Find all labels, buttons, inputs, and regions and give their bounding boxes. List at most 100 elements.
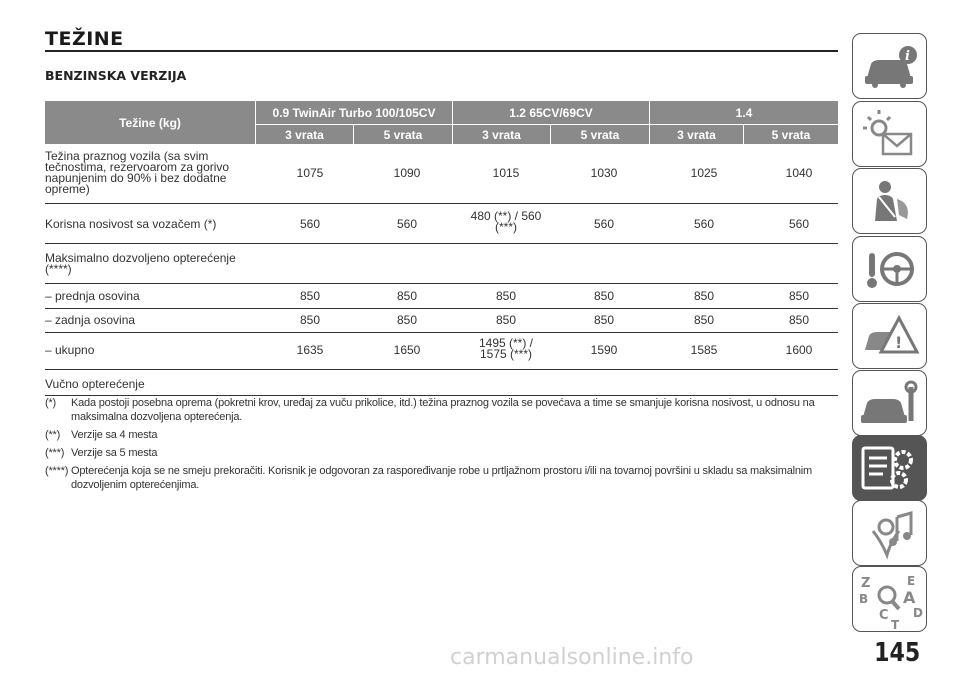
technical-data-icon — [861, 446, 913, 490]
index-letter: T — [891, 618, 900, 631]
footnotes: (*) Kada postoji posebna oprema (pokretn… — [45, 396, 845, 496]
cell-value: 850 — [396, 289, 418, 303]
cell-value: 560 — [396, 217, 418, 231]
cell-value: 850 — [593, 289, 615, 303]
title-rule — [45, 50, 838, 52]
cell-value: 850 — [593, 313, 615, 327]
footnote-key: (**) — [45, 429, 61, 441]
svg-text:!: ! — [895, 333, 902, 352]
cell-value: 480 (**) / 560 (***) — [470, 209, 542, 234]
warning-lights-icon — [863, 110, 913, 156]
footnote-text: Kada postoji posebna oprema (pokretni kr… — [71, 397, 815, 423]
footnote-text: Verzije sa 4 mesta — [71, 429, 158, 441]
table-row: Vučno opterećenje — [45, 370, 838, 396]
doors-header: 5 vrata — [744, 125, 838, 144]
emergency-icon: ! — [865, 314, 920, 354]
row-label: – zadnja osovina — [45, 313, 136, 327]
maintenance-icon — [861, 380, 918, 423]
footnote-text: Opterećenja koja se ne smeju prekoračiti… — [71, 465, 813, 491]
table-row: Korisna nosivost sa vozačem (*) 560 560 … — [45, 204, 838, 244]
doors-header: 3 vrata — [453, 125, 550, 144]
footnote-key: (*) — [45, 397, 57, 409]
cell-value: 560 — [693, 217, 715, 231]
table-header: Težine (kg) 0.9 TwinAir Turbo 100/105CV … — [45, 101, 838, 144]
cell-value: 850 — [693, 313, 715, 327]
index-letter: B — [859, 592, 868, 606]
tab-maintenance[interactable] — [852, 370, 927, 436]
section-title: BENZINSKA VERZIJA — [45, 68, 187, 83]
watermark: carmanualsonline.info — [450, 645, 694, 670]
row-label: – prednja osovina — [45, 289, 140, 303]
cell-value: 1590 — [590, 343, 618, 357]
index-letter: D — [913, 606, 923, 620]
multimedia-icon — [871, 511, 913, 560]
row-label: – ukupno — [45, 343, 95, 357]
cell-value: 1635 — [296, 343, 324, 357]
doors-header: 3 vrata — [256, 125, 353, 144]
tab-car-info[interactable]: i — [852, 33, 927, 99]
row-label: Maksimalno dozvoljeno opterećenje (****) — [45, 251, 236, 276]
tab-technical-data[interactable] — [852, 435, 927, 501]
footnote-key: (***) — [45, 447, 65, 459]
svg-text:i: i — [905, 49, 910, 64]
engine-group-header: 1.2 65CV/69CV — [453, 101, 649, 124]
cell-value: 560 — [299, 217, 321, 231]
tab-safety[interactable] — [852, 168, 927, 234]
cell-value: 560 — [593, 217, 615, 231]
cell-value: 1650 — [393, 343, 421, 357]
tab-starting-driving[interactable] — [852, 236, 927, 302]
cell-value: 850 — [495, 289, 517, 303]
cell-value: 560 — [788, 217, 810, 231]
cell-value: 1075 — [296, 166, 324, 180]
page-title: TEŽINE — [45, 28, 124, 50]
table-row: Težina praznog vozila (sa svim tečnostim… — [45, 144, 838, 204]
tab-emergency[interactable]: ! — [852, 303, 927, 369]
starting-driving-icon — [867, 252, 914, 288]
doors-header: 5 vrata — [354, 125, 452, 144]
tab-warning-lights[interactable] — [852, 101, 927, 167]
cell-value: 850 — [495, 313, 517, 327]
index-letter: A — [903, 588, 916, 607]
doors-header: 3 vrata — [650, 125, 743, 144]
doors-header: 5 vrata — [551, 125, 649, 144]
table-row: – ukupno 1635 1650 1495 (**) / 1575 (***… — [45, 333, 838, 370]
cell-value: 1585 — [690, 343, 718, 357]
table-row: – zadnja osovina 850 850 850 850 850 850 — [45, 309, 838, 333]
engine-group-header: 0.9 TwinAir Turbo 100/105CV — [256, 101, 452, 124]
index-icon: Z E B A C D T — [859, 574, 923, 631]
cell-value: 1495 (**) / 1575 (***) — [478, 336, 534, 361]
cell-value: 850 — [788, 289, 810, 303]
index-letter: C — [879, 608, 889, 623]
table-row: Maksimalno dozvoljeno opterećenje (****) — [45, 244, 838, 284]
index-letter: E — [907, 574, 915, 588]
corner-header: Težine (kg) — [45, 101, 255, 144]
tab-multimedia[interactable] — [852, 500, 927, 566]
footnote: (***) Verzije sa 5 mesta — [45, 446, 845, 460]
weights-table: Težine (kg) 0.9 TwinAir Turbo 100/105CV … — [45, 101, 838, 396]
footnote-key: (****) — [45, 465, 69, 477]
cell-value: 850 — [396, 313, 418, 327]
row-label: Korisna nosivost sa vozačem (*) — [45, 217, 217, 231]
cell-value: 1025 — [690, 166, 718, 180]
footnote-text: Verzije sa 5 mesta — [71, 447, 158, 459]
cell-value: 1040 — [785, 166, 813, 180]
cell-value: 1015 — [492, 166, 520, 180]
index-letter: Z — [861, 576, 870, 591]
cell-value: 850 — [788, 313, 810, 327]
tab-index[interactable]: Z E B A C D T — [852, 566, 927, 632]
car-info-icon: i — [865, 46, 917, 88]
cell-value: 1090 — [393, 166, 421, 180]
row-label: Vučno opterećenje — [45, 377, 145, 391]
table-row: – prednja osovina 850 850 850 850 850 85… — [45, 284, 838, 309]
engine-group-header: 1.4 — [650, 101, 838, 124]
cell-value: 850 — [693, 289, 715, 303]
cell-value: 1600 — [785, 343, 813, 357]
page-number: 145 — [874, 638, 921, 668]
cell-value: 850 — [299, 313, 321, 327]
footnote: (****) Opterećenja koja se ne smeju prek… — [45, 464, 845, 492]
cell-value: 850 — [299, 289, 321, 303]
footnote: (**) Verzije sa 4 mesta — [45, 428, 845, 442]
safety-seatbelt-icon — [875, 181, 908, 221]
row-label: Težina praznog vozila (sa svim tečnostim… — [45, 149, 230, 196]
cell-value: 1030 — [590, 166, 618, 180]
